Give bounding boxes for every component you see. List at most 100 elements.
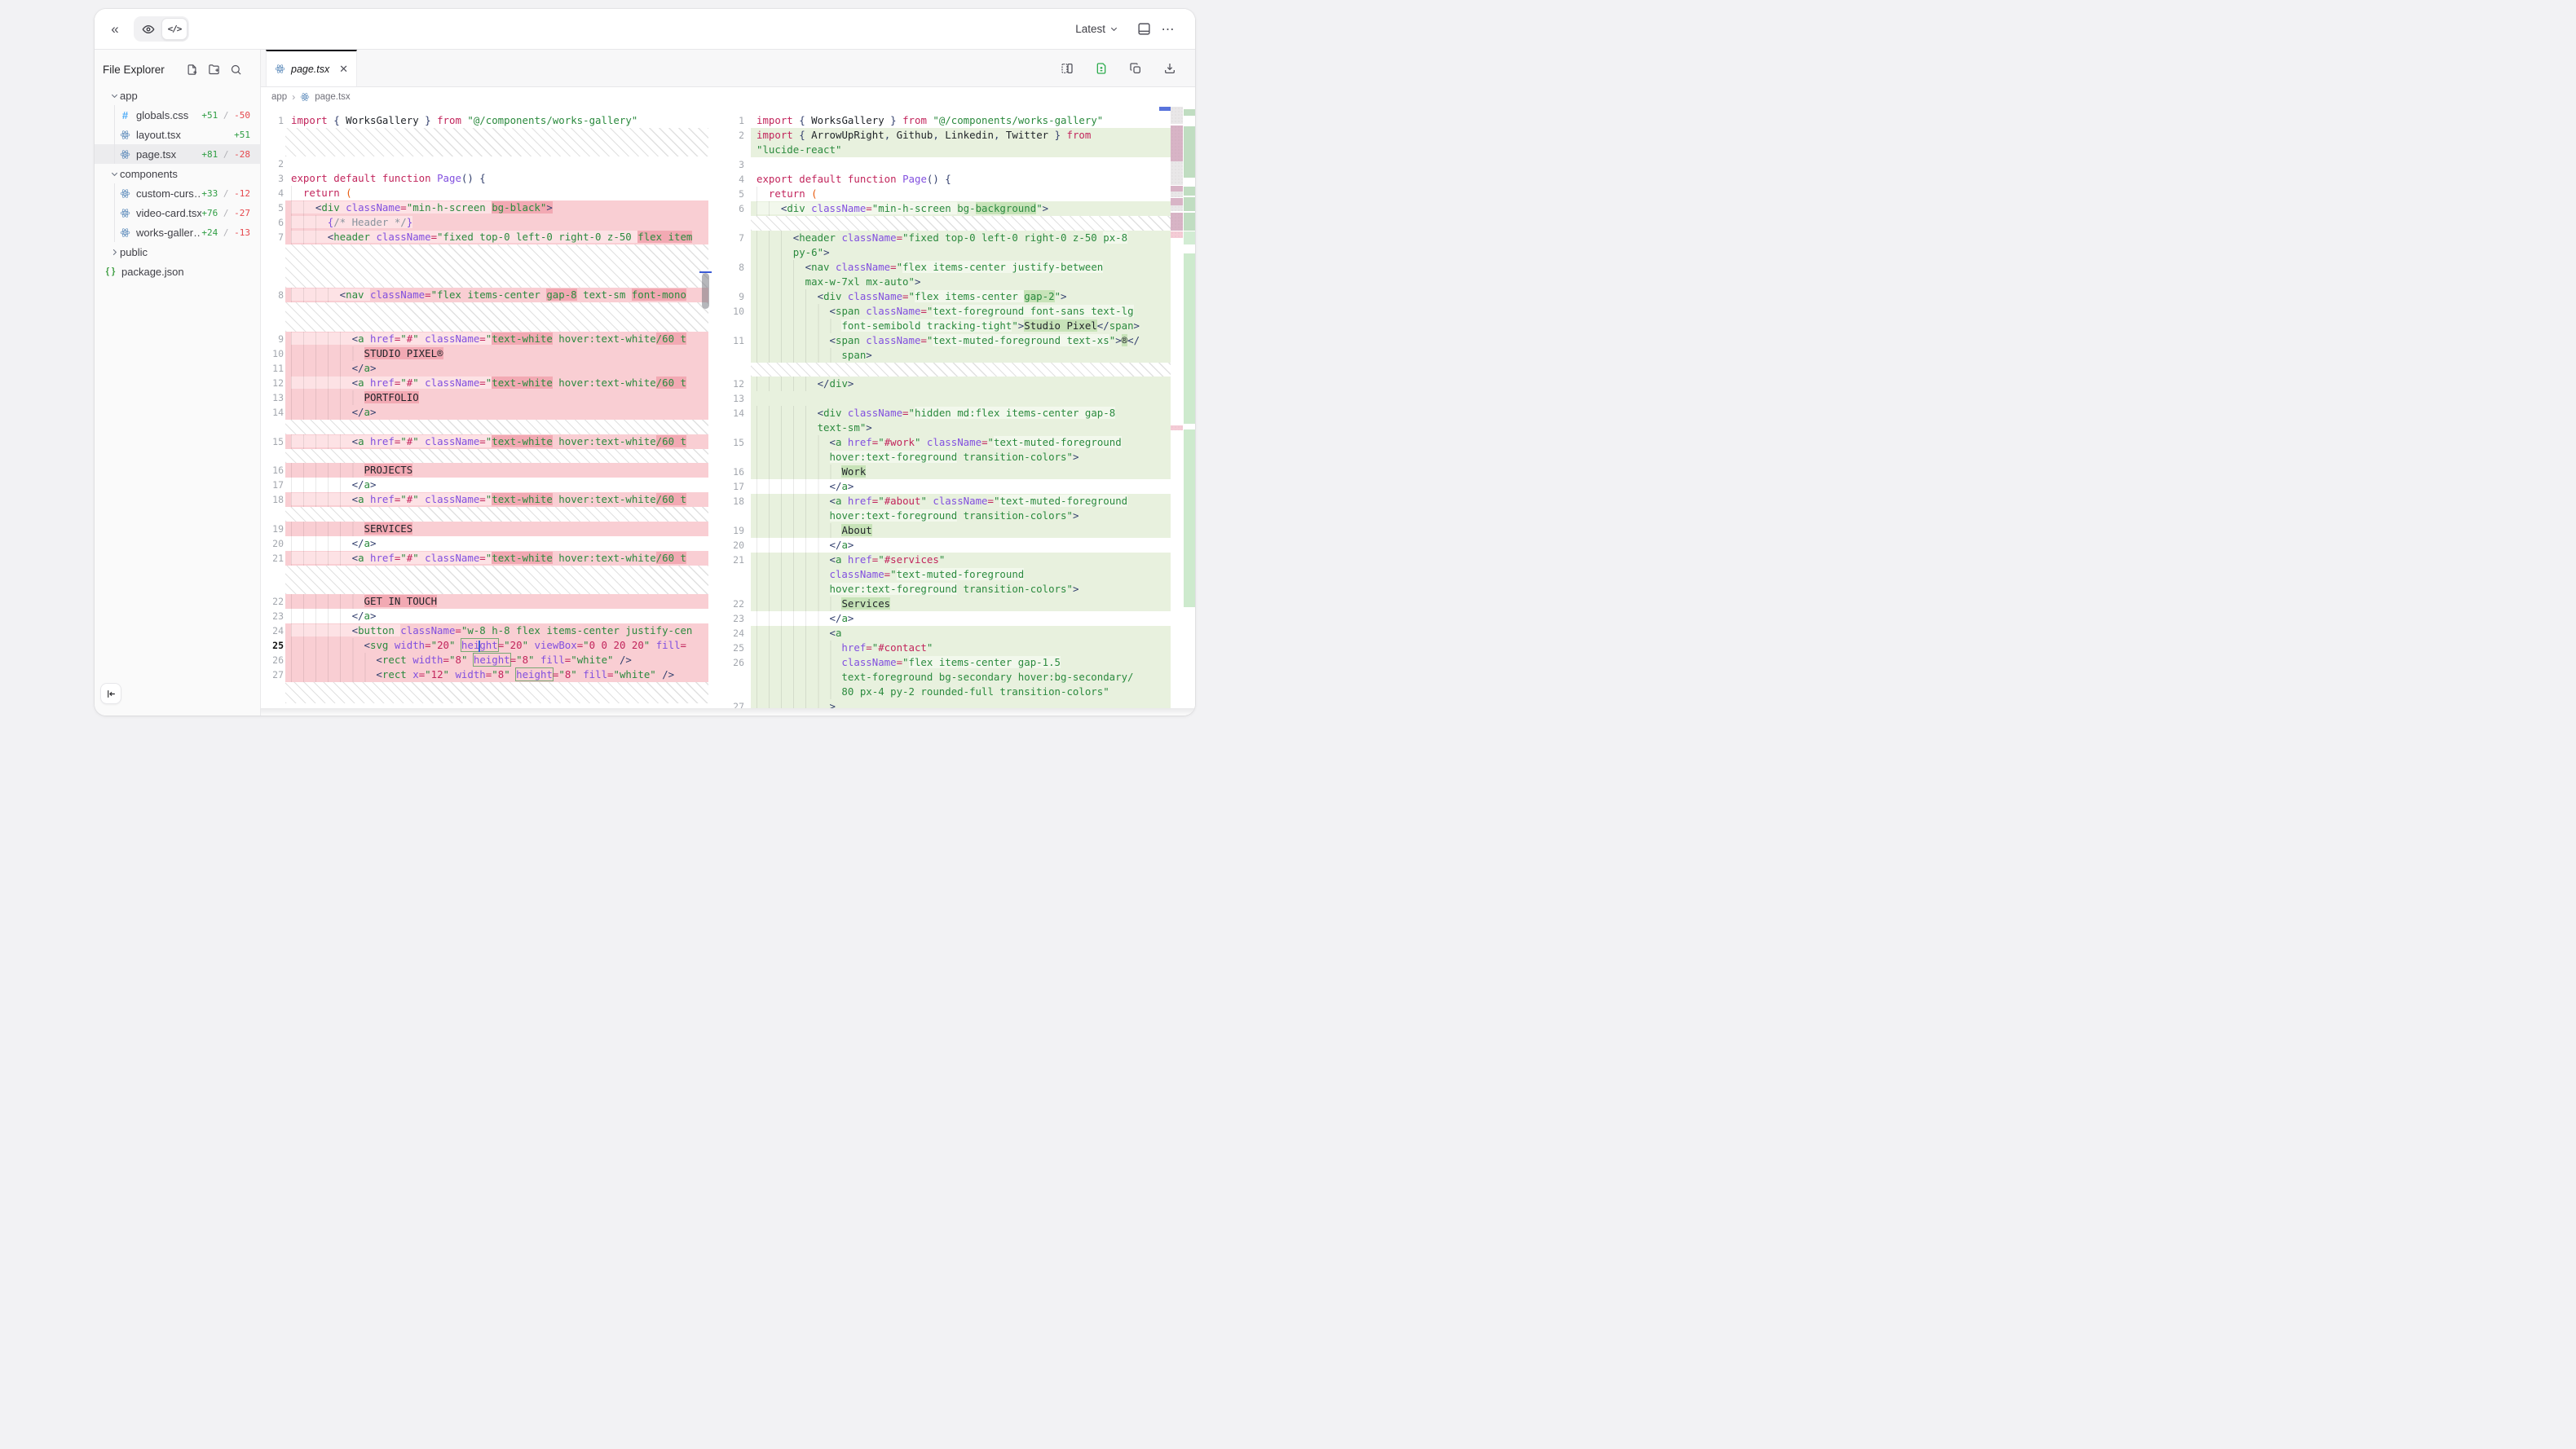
code-line[interactable]: hover:text-foreground transition-colors"…	[721, 450, 1171, 465]
new-file-button[interactable]	[183, 61, 200, 77]
diff-pane-new[interactable]: 1import { WorksGallery } from "@/compone…	[721, 107, 1171, 716]
collapsed-unchanged-region[interactable]	[751, 363, 1171, 377]
collapsed-unchanged-region[interactable]	[285, 420, 708, 434]
diff-pane-old[interactable]: 1import { WorksGallery } from "@/compone…	[261, 107, 715, 716]
code-line[interactable]: 15 <a href="#work" className="text-muted…	[721, 435, 1171, 450]
code-line[interactable]: 20 </a>	[721, 538, 1171, 553]
code-line[interactable]: className="text-muted-foreground	[721, 567, 1171, 582]
code-line[interactable]: 17 </a>	[261, 478, 708, 492]
collapsed-unchanged-region[interactable]	[285, 128, 708, 156]
code-line[interactable]: 19 About	[721, 523, 1171, 538]
code-line[interactable]: 13	[721, 391, 1171, 406]
code-line[interactable]: 8 <nav className="flex items-center just…	[721, 260, 1171, 275]
collapsed-unchanged-region[interactable]	[285, 302, 708, 332]
code-line[interactable]: 8 <nav className="flex items-center gap-…	[261, 288, 708, 302]
code-line[interactable]: max-w-7xl mx-auto">	[721, 275, 1171, 289]
sidebar-item-globals-css[interactable]: #globals.css+51 / -50	[95, 105, 260, 125]
code-line[interactable]: 3	[721, 157, 1171, 172]
code-line[interactable]: 7 <header className="fixed top-0 left-0 …	[261, 230, 708, 244]
collapsed-unchanged-region[interactable]	[285, 244, 708, 288]
code-line[interactable]: 22 GET IN TOUCH	[261, 594, 708, 609]
code-line[interactable]: 9 <div className="flex items-center gap-…	[721, 289, 1171, 304]
sidebar-item-public[interactable]: public	[95, 242, 260, 262]
code-line[interactable]: 10 STUDIO PIXEL®	[261, 346, 708, 361]
code-line[interactable]: 14 </a>	[261, 405, 708, 420]
code-line[interactable]: 19 SERVICES	[261, 522, 708, 536]
sidebar-item-page-tsx[interactable]: page.tsx+81 / -28	[95, 144, 260, 164]
code-line[interactable]: 23 </a>	[721, 611, 1171, 626]
code-line[interactable]: 10 <span className="text-foreground font…	[721, 304, 1171, 319]
code-line[interactable]: 4 return (	[261, 186, 708, 200]
code-line[interactable]: 17 </a>	[721, 479, 1171, 494]
code-line[interactable]: 9 <a href="#" className="text-white hove…	[261, 332, 708, 346]
code-line[interactable]: 5 return (	[721, 187, 1171, 201]
sidebar-item-components[interactable]: components	[95, 164, 260, 183]
bottom-scrollbar-track[interactable]	[261, 708, 1195, 716]
code-line[interactable]: 24 <a	[721, 626, 1171, 641]
code-line[interactable]: span>	[721, 348, 1171, 363]
split-diff-view-button[interactable]	[1055, 56, 1079, 81]
code-line[interactable]: 18 <a href="#about" className="text-mute…	[721, 494, 1171, 509]
file-diff-button[interactable]	[1089, 56, 1114, 81]
code-line[interactable]: 22 Services	[721, 597, 1171, 611]
code-line[interactable]: 26 <rect width="8" height="8" fill="whit…	[261, 653, 708, 667]
code-line[interactable]: 2import { ArrowUpRight, Github, Linkedin…	[721, 128, 1171, 143]
diff-minimap[interactable]	[1171, 107, 1195, 716]
code-line[interactable]: 4export default function Page() {	[721, 172, 1171, 187]
breadcrumb-file[interactable]: page.tsx	[315, 92, 350, 102]
code-line[interactable]: 13 PORTFOLIO	[261, 390, 708, 405]
code-line[interactable]: 11 </a>	[261, 361, 708, 376]
code-line[interactable]: 6 {/* Header */}	[261, 215, 708, 230]
code-line[interactable]: 1import { WorksGallery } from "@/compone…	[261, 113, 708, 128]
sidebar-item-custom-curs-[interactable]: custom-curs…+33 / -12	[95, 183, 260, 203]
code-line[interactable]: 14 <div className="hidden md:flex items-…	[721, 406, 1171, 421]
close-tab-icon[interactable]: ✕	[339, 63, 348, 76]
panel-bottom-button[interactable]	[1131, 17, 1156, 42]
code-line[interactable]: 25 <svg width="20" height="20" viewBox="…	[261, 638, 708, 653]
code-toggle-button[interactable]: </>	[161, 18, 187, 40]
code-line[interactable]: 21 <a href="#services"	[721, 553, 1171, 567]
code-line[interactable]: 18 <a href="#" className="text-white hov…	[261, 492, 708, 507]
code-line[interactable]: 21 <a href="#" className="text-white hov…	[261, 551, 708, 566]
code-line[interactable]: 2	[261, 156, 708, 171]
collapsed-unchanged-region[interactable]	[751, 216, 1171, 231]
more-options-button[interactable]: ⋯	[1156, 17, 1180, 42]
code-line[interactable]: 27 <rect x="12" width="8" height="8" fil…	[261, 667, 708, 682]
code-line[interactable]: 15 <a href="#" className="text-white hov…	[261, 434, 708, 449]
new-folder-button[interactable]	[205, 61, 222, 77]
chevron-down-icon[interactable]	[108, 170, 120, 178]
code-line[interactable]: text-sm">	[721, 421, 1171, 435]
sidebar-item-layout-tsx[interactable]: layout.tsx+51	[95, 125, 260, 144]
search-files-button[interactable]	[227, 61, 244, 77]
code-line[interactable]: 6 <div className="min-h-screen bg-backgr…	[721, 201, 1171, 216]
code-line[interactable]: 16 Work	[721, 465, 1171, 479]
sidebar-item-works-galler-[interactable]: works-galler…+24 / -13	[95, 222, 260, 242]
code-line[interactable]: font-semibold tracking-tight">Studio Pix…	[721, 319, 1171, 333]
breadcrumb-parent[interactable]: app	[271, 92, 287, 102]
code-line[interactable]: "lucide-react"	[721, 143, 1171, 157]
code-line[interactable]: 80 px-4 py-2 rounded-full transition-col…	[721, 685, 1171, 699]
code-line[interactable]: py-6">	[721, 245, 1171, 260]
sidebar-item-video-card-tsx[interactable]: video-card.tsx+76 / -27	[95, 203, 260, 222]
left-pane-scrollbar-thumb[interactable]	[702, 273, 709, 309]
collapsed-unchanged-region[interactable]	[285, 682, 708, 703]
code-line[interactable]: 23 </a>	[261, 609, 708, 623]
sidebar-item-package-json[interactable]: { }package.json	[95, 262, 260, 281]
download-button[interactable]	[1158, 56, 1182, 81]
collapse-panel-button[interactable]: «	[103, 17, 127, 42]
copy-button[interactable]	[1123, 56, 1148, 81]
preview-toggle-button[interactable]	[135, 18, 161, 40]
collapsed-unchanged-region[interactable]	[285, 449, 708, 463]
tab-page-tsx[interactable]: page.tsx ✕	[266, 50, 357, 86]
collapse-sidebar-button[interactable]	[100, 683, 121, 704]
code-line[interactable]: 26 className="flex items-center gap-1.5	[721, 655, 1171, 670]
code-line[interactable]: 7 <header className="fixed top-0 left-0 …	[721, 231, 1171, 245]
code-line[interactable]: 12 <a href="#" className="text-white hov…	[261, 376, 708, 390]
code-line[interactable]: 3export default function Page() {	[261, 171, 708, 186]
code-line[interactable]: 24 <button className="w-8 h-8 flex items…	[261, 623, 708, 638]
collapsed-unchanged-region[interactable]	[285, 566, 708, 594]
chevron-right-icon[interactable]	[108, 248, 120, 257]
code-line[interactable]: 11 <span className="text-muted-foregroun…	[721, 333, 1171, 348]
version-selector[interactable]: Latest	[1070, 20, 1123, 38]
code-line[interactable]: 5 <div className="min-h-screen bg-black"…	[261, 200, 708, 215]
